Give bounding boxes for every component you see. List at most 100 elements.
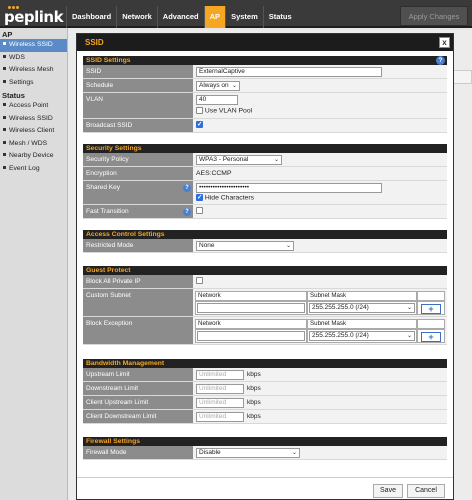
- subnet-mask-select[interactable]: 255.255.255.0 (/24) ⌄: [309, 331, 415, 341]
- add-exception-button[interactable]: +: [421, 332, 441, 342]
- schedule-label: Schedule: [83, 79, 193, 92]
- hide-characters-checkbox[interactable]: [196, 193, 203, 201]
- client-upstream-limit-row: Client Upstream Limit Unlimited kbps: [83, 396, 447, 410]
- vlan-label: VLAN: [83, 93, 193, 118]
- security-policy-row: Security Policy WPA3 - Personal ⌄: [83, 153, 447, 167]
- peplink-logo: peplink: [4, 6, 64, 26]
- bullet-icon: [3, 128, 6, 132]
- ssid-label: SSID: [83, 65, 193, 78]
- unit-label: kbps: [247, 385, 261, 392]
- block-exception-row: Block Exception Network Subnet Mask 255.…: [83, 317, 447, 345]
- section-title: SSID Settings ?: [83, 56, 447, 65]
- sidebar-item-status-wireless-ssid[interactable]: Wireless SSID: [0, 113, 67, 126]
- background-control: [452, 70, 472, 84]
- sidebar-item-wireless-client[interactable]: Wireless Client: [0, 125, 67, 138]
- firewall-mode-label: Firewall Mode: [83, 446, 193, 459]
- add-subnet-button[interactable]: +: [421, 304, 441, 314]
- network-header: Network: [195, 291, 307, 301]
- security-policy-select[interactable]: WPA3 - Personal ⌄: [196, 155, 282, 165]
- guest-protect-section: Guest Protect Block All Private IP Custo…: [83, 266, 447, 345]
- nav-status[interactable]: Status: [262, 6, 297, 28]
- use-vlan-pool-checkbox[interactable]: [196, 107, 203, 114]
- apply-changes-button[interactable]: Apply Changes: [400, 6, 468, 26]
- dialog-footer-divider: [77, 477, 453, 478]
- fast-transition-checkbox[interactable]: [196, 207, 203, 214]
- section-title: Guest Protect: [83, 266, 447, 275]
- nav-system[interactable]: System: [225, 6, 263, 28]
- nav-network[interactable]: Network: [116, 6, 157, 28]
- sidebar-item-access-point[interactable]: Access Point: [0, 100, 67, 113]
- sidebar: AP Wireless SSID WDS Wireless Mesh Setti…: [0, 28, 68, 500]
- client-downstream-limit-input[interactable]: Unlimited: [196, 412, 244, 422]
- shared-key-input[interactable]: ••••••••••••••••••••••: [196, 183, 382, 193]
- upstream-limit-label: Upstream Limit: [83, 368, 193, 381]
- sidebar-item-wds[interactable]: WDS: [0, 52, 67, 65]
- unit-label: kbps: [247, 399, 261, 406]
- network-input[interactable]: [197, 331, 305, 341]
- bullet-icon: [3, 54, 6, 58]
- vlan-input[interactable]: 40: [196, 95, 238, 105]
- cancel-button[interactable]: Cancel: [407, 484, 445, 498]
- nav-dashboard[interactable]: Dashboard: [66, 6, 116, 28]
- bullet-icon: [3, 165, 6, 169]
- downstream-limit-label: Downstream Limit: [83, 382, 193, 395]
- shared-key-row: Shared Key ? •••••••••••••••••••••• Hide…: [83, 181, 447, 205]
- subnet-mask-header: Subnet Mask: [307, 291, 417, 301]
- bullet-icon: [3, 79, 6, 83]
- sidebar-heading-ap: AP: [2, 30, 13, 39]
- sidebar-item-settings[interactable]: Settings: [0, 77, 67, 90]
- shared-key-label: Shared Key: [83, 181, 193, 204]
- chevron-down-icon: ⌄: [406, 333, 412, 339]
- block-private-ip-checkbox[interactable]: [196, 277, 203, 284]
- broadcast-ssid-row: Broadcast SSID: [83, 119, 447, 133]
- custom-subnet-table: Network Subnet Mask 255.255.255.0 (/24) ⌄…: [195, 291, 445, 315]
- bandwidth-management-section: Bandwidth Management Upstream Limit Unli…: [83, 359, 447, 424]
- ssid-input[interactable]: ExternalCaptive: [196, 67, 382, 77]
- close-icon[interactable]: x: [439, 37, 450, 48]
- bullet-icon: [3, 140, 6, 144]
- fast-transition-label: Fast Transition: [83, 205, 193, 218]
- client-upstream-limit-label: Client Upstream Limit: [83, 396, 193, 409]
- sidebar-item-nearby-device[interactable]: Nearby Device: [0, 150, 67, 163]
- ssid-dialog: SSID x SSID Settings ? SSID ExternalCapt…: [76, 33, 454, 500]
- firewall-settings-section: Firewall Settings Firewall Mode Disable ⌄: [83, 437, 447, 460]
- help-icon[interactable]: ?: [183, 184, 191, 192]
- upstream-limit-input[interactable]: Unlimited: [196, 370, 244, 380]
- firewall-mode-select[interactable]: Disable ⌄: [196, 448, 300, 458]
- chevron-down-icon: ⌄: [273, 157, 279, 163]
- block-private-ip-label: Block All Private IP: [83, 275, 193, 288]
- vlan-row: VLAN 40 Use VLAN Pool: [83, 93, 447, 119]
- unit-label: kbps: [247, 371, 261, 378]
- sidebar-item-event-log[interactable]: Event Log: [0, 163, 67, 176]
- sidebar-item-wireless-ssid[interactable]: Wireless SSID: [0, 39, 67, 52]
- ssid-settings-section: SSID Settings ? SSID ExternalCaptive Sch…: [83, 56, 447, 133]
- help-icon[interactable]: ?: [183, 208, 191, 216]
- help-icon[interactable]: ?: [436, 56, 445, 65]
- nav-advanced[interactable]: Advanced: [156, 6, 204, 28]
- top-bar: peplink Dashboard Network Advanced AP Sy…: [0, 0, 472, 28]
- subnet-mask-select[interactable]: 255.255.255.0 (/24) ⌄: [309, 303, 415, 313]
- encryption-value: AES:CCMP: [196, 170, 232, 177]
- broadcast-ssid-label: Broadcast SSID: [83, 119, 193, 132]
- downstream-limit-input[interactable]: Unlimited: [196, 384, 244, 394]
- section-title: Access Control Settings: [83, 230, 447, 239]
- nav-ap[interactable]: AP: [203, 6, 226, 28]
- schedule-select[interactable]: Always on ⌄: [196, 81, 240, 91]
- sidebar-item-mesh-wds[interactable]: Mesh / WDS: [0, 138, 67, 151]
- bullet-icon: [3, 115, 6, 119]
- chevron-down-icon: ⌄: [406, 305, 412, 311]
- security-settings-section: Security Settings Security Policy WPA3 -…: [83, 144, 447, 219]
- bullet-icon: [3, 67, 6, 71]
- client-upstream-limit-input[interactable]: Unlimited: [196, 398, 244, 408]
- client-downstream-limit-row: Client Downstream Limit Unlimited kbps: [83, 410, 447, 424]
- downstream-limit-row: Downstream Limit Unlimited kbps: [83, 382, 447, 396]
- custom-subnet-row: Custom Subnet Network Subnet Mask 255.25…: [83, 289, 447, 317]
- hide-characters-label: Hide Characters: [204, 194, 254, 202]
- sidebar-item-wireless-mesh[interactable]: Wireless Mesh: [0, 64, 67, 77]
- network-input[interactable]: [197, 303, 305, 313]
- save-button[interactable]: Save: [373, 484, 403, 498]
- broadcast-ssid-checkbox[interactable]: [196, 120, 203, 128]
- bullet-icon: [3, 153, 6, 157]
- restricted-mode-select[interactable]: None ⌄: [196, 241, 294, 251]
- chevron-down-icon: ⌄: [231, 83, 237, 89]
